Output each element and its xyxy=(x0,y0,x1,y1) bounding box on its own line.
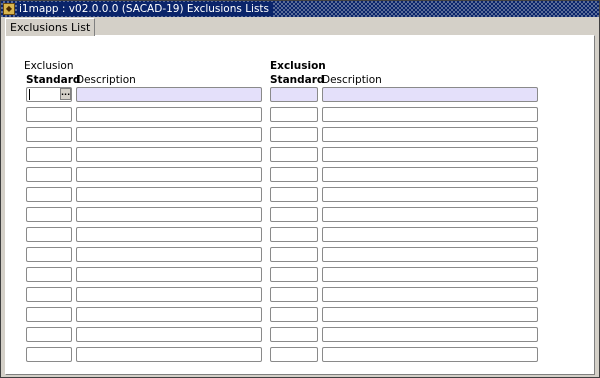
exclusion-description-field[interactable] xyxy=(322,247,538,262)
exclusion-standard-field[interactable] xyxy=(270,127,318,142)
standard-field[interactable] xyxy=(26,327,72,342)
standard-field[interactable] xyxy=(26,227,72,242)
exclusion-description-field[interactable] xyxy=(322,147,538,162)
standard-field[interactable] xyxy=(26,247,72,262)
exclusion-description-field[interactable] xyxy=(322,267,538,282)
exclusion-column-header-line1: Exclusion xyxy=(270,60,326,72)
exclusion-description-field[interactable] xyxy=(322,207,538,222)
description-field[interactable] xyxy=(76,187,262,202)
description-field[interactable] xyxy=(76,127,262,142)
exclusion-description-field[interactable] xyxy=(322,107,538,122)
exclusion-standard-column-header: Standard xyxy=(270,74,325,86)
exclusion-standard-field[interactable] xyxy=(270,87,318,102)
description-field[interactable] xyxy=(76,267,262,282)
description-field[interactable] xyxy=(76,147,262,162)
text-cursor xyxy=(29,89,30,100)
exclusion-description-field[interactable] xyxy=(322,307,538,322)
exclusion-description-field[interactable] xyxy=(322,167,538,182)
standard-field[interactable] xyxy=(26,127,72,142)
exclusion-standard-field[interactable] xyxy=(270,267,318,282)
list-of-values-button[interactable]: ... xyxy=(60,88,71,100)
exclusion-description-field[interactable] xyxy=(322,347,538,362)
standard-field[interactable] xyxy=(26,107,72,122)
standard-field[interactable] xyxy=(26,147,72,162)
standard-field[interactable] xyxy=(26,347,72,362)
description-field[interactable] xyxy=(76,167,262,182)
description-field[interactable] xyxy=(76,307,262,322)
exclusion-header-line1: Exclusion xyxy=(24,60,74,72)
description-field[interactable] xyxy=(76,287,262,302)
exclusion-description-field[interactable] xyxy=(322,87,538,102)
app-window: ◆ i1mapp : v02.0.0.0 (SACAD-19) Exclusio… xyxy=(0,0,600,378)
standard-field[interactable] xyxy=(26,287,72,302)
standard-column-header: Standard xyxy=(26,74,81,86)
standard-field[interactable] xyxy=(26,207,72,222)
description-field[interactable] xyxy=(76,227,262,242)
exclusion-standard-field[interactable] xyxy=(270,207,318,222)
exclusion-standard-field[interactable] xyxy=(270,187,318,202)
exclusion-description-field[interactable] xyxy=(322,227,538,242)
exclusion-standard-field[interactable] xyxy=(270,167,318,182)
form-content: Exclusions List Exclusion Standard Descr… xyxy=(1,17,599,377)
exclusion-standard-field[interactable] xyxy=(270,347,318,362)
exclusion-description-field[interactable] xyxy=(322,187,538,202)
exclusion-description-field[interactable] xyxy=(322,327,538,342)
exclusion-standard-field[interactable] xyxy=(270,107,318,122)
tab-exclusions-list[interactable]: Exclusions List xyxy=(5,18,96,36)
oracle-forms-app-icon[interactable]: ◆ xyxy=(3,3,15,15)
exclusion-standard-field[interactable] xyxy=(270,247,318,262)
window-title: i1mapp : v02.0.0.0 (SACAD-19) Exclusions… xyxy=(17,2,274,16)
exclusion-standard-field[interactable] xyxy=(270,227,318,242)
description-field[interactable] xyxy=(76,87,262,102)
description-field[interactable] xyxy=(76,107,262,122)
standard-field[interactable] xyxy=(26,307,72,322)
standard-field[interactable] xyxy=(26,167,72,182)
standard-field[interactable] xyxy=(26,267,72,282)
description-field[interactable] xyxy=(76,207,262,222)
description-field[interactable] xyxy=(76,327,262,342)
exclusion-standard-field[interactable] xyxy=(270,307,318,322)
exclusion-standard-field[interactable] xyxy=(270,287,318,302)
exclusion-standard-field[interactable] xyxy=(270,327,318,342)
description-column-header: Description xyxy=(76,74,136,86)
title-bar[interactable]: ◆ i1mapp : v02.0.0.0 (SACAD-19) Exclusio… xyxy=(1,1,599,17)
exclusion-description-field[interactable] xyxy=(322,127,538,142)
description-field[interactable] xyxy=(76,247,262,262)
description-field[interactable] xyxy=(76,347,262,362)
exclusion-description-field[interactable] xyxy=(322,287,538,302)
exclusion-standard-field[interactable] xyxy=(270,147,318,162)
standard-field[interactable] xyxy=(26,187,72,202)
exclusions-list-panel: Exclusion Standard Description Exclusion… xyxy=(5,35,595,375)
exclusion-description-column-header: Description xyxy=(322,74,382,86)
